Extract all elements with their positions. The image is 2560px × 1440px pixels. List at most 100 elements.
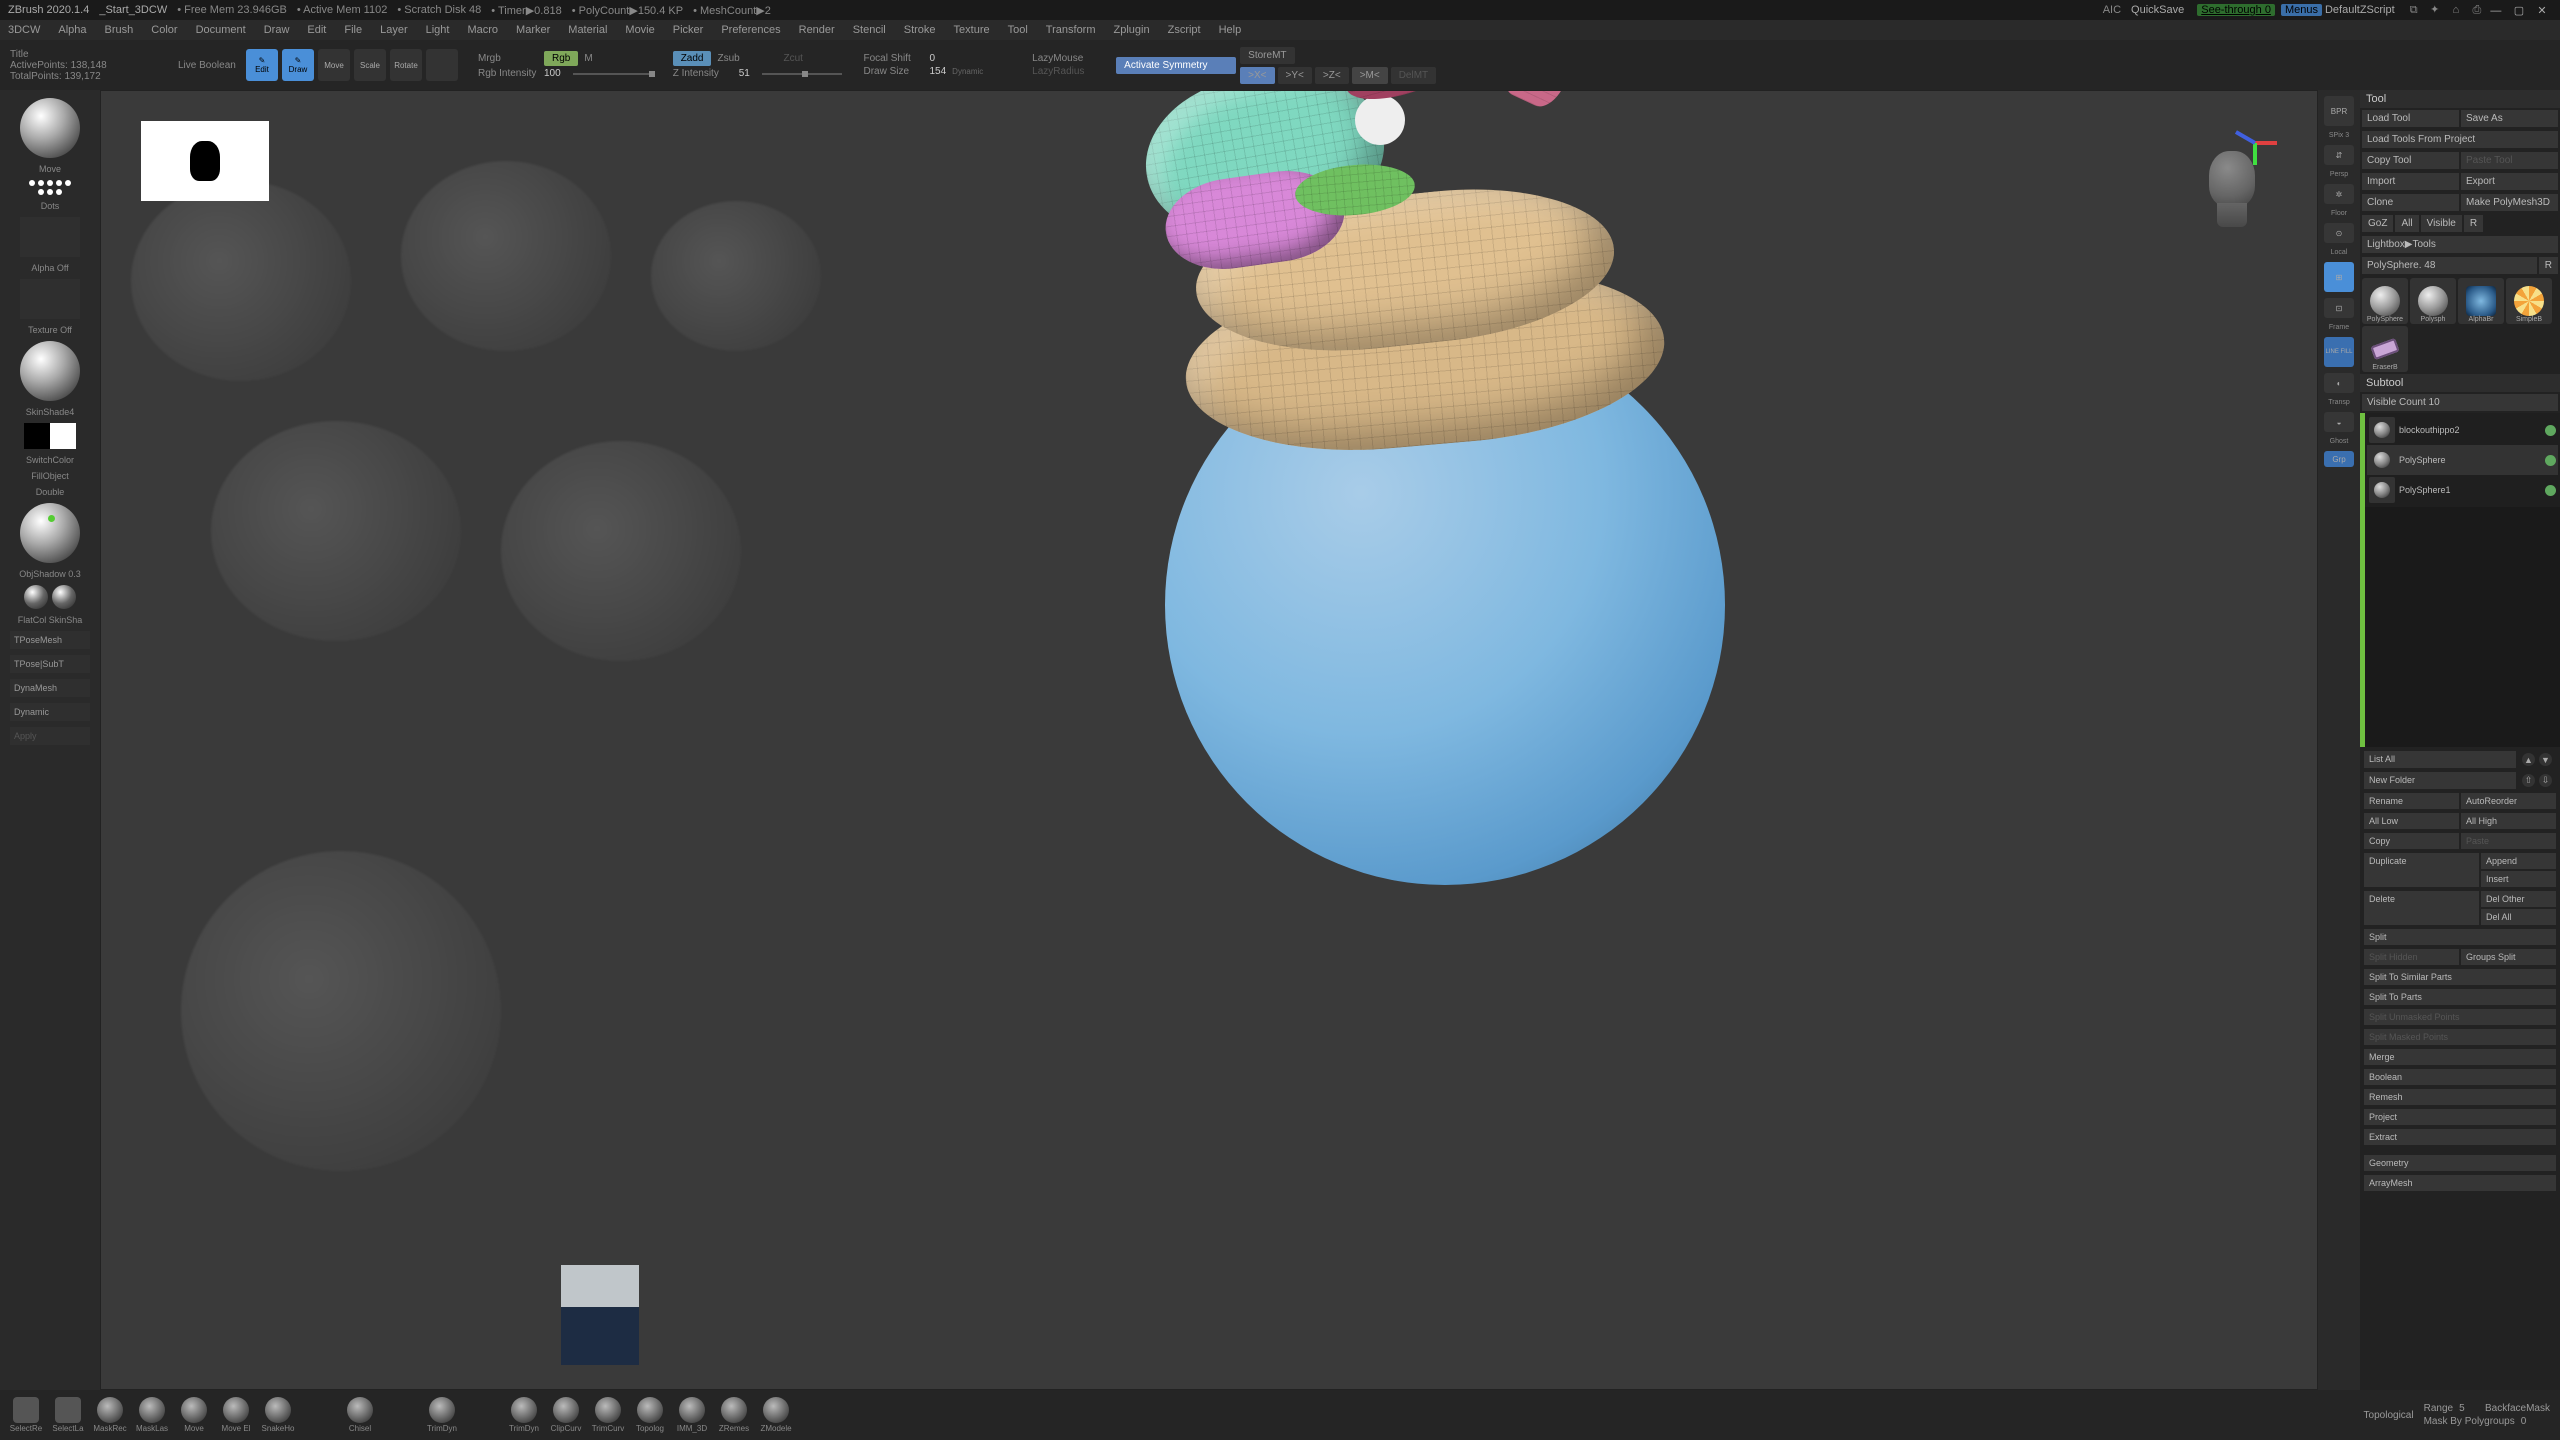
dynamic-label[interactable]: Dynamic (952, 67, 1012, 76)
brush-slot-18[interactable]: ZModele (760, 1397, 792, 1433)
double-button[interactable]: Double (36, 487, 65, 497)
maskby-value[interactable]: 0 (2521, 1416, 2527, 1427)
list-all-button[interactable]: List All (2364, 751, 2516, 768)
material-preview[interactable] (20, 341, 80, 401)
make-polymesh-button[interactable]: Make PolyMesh3D (2461, 194, 2558, 211)
flatcol-sphere[interactable] (24, 585, 48, 609)
menu-document[interactable]: Document (196, 24, 246, 36)
focal-shift-value[interactable]: 0 (929, 53, 935, 64)
swatch-black[interactable] (24, 423, 50, 449)
del-other-button[interactable]: Del Other (2481, 891, 2556, 907)
backfacemask-button[interactable]: BackfaceMask (2485, 1403, 2550, 1414)
title-icon-1[interactable]: ⧉ (2405, 4, 2423, 17)
menu-draw[interactable]: Draw (264, 24, 290, 36)
brush-slot-10[interactable]: TrimDyn (426, 1397, 458, 1433)
menu-texture[interactable]: Texture (954, 24, 990, 36)
z-intensity-value[interactable]: 51 (739, 68, 750, 79)
menu-alpha[interactable]: Alpha (58, 24, 86, 36)
copy-tool-button[interactable]: Copy Tool (2362, 152, 2459, 169)
goz-visible-button[interactable]: Visible (2421, 215, 2462, 232)
ghost-button[interactable]: ◒ (2324, 412, 2354, 432)
brush-slot-16[interactable]: IMM_3D (676, 1397, 708, 1433)
visible-count-label[interactable]: Visible Count 10 (2362, 394, 2558, 411)
brush-slot-12[interactable]: TrimDyn (508, 1397, 540, 1433)
arrow-up-icon[interactable]: ▲ (2522, 753, 2535, 766)
menu-stencil[interactable]: Stencil (853, 24, 886, 36)
visibility-icon[interactable] (2545, 455, 2556, 466)
lightbox-tools-button[interactable]: Lightbox▶Tools (2362, 236, 2558, 253)
import-button[interactable]: Import (2362, 173, 2459, 190)
project-header[interactable]: Project (2364, 1109, 2556, 1125)
copy-button[interactable]: Copy (2364, 833, 2459, 849)
draw-mode-button[interactable]: ✎Draw (282, 49, 314, 81)
reference-thumbnail[interactable] (141, 121, 269, 201)
menu-macro[interactable]: Macro (467, 24, 498, 36)
spotlight-video-thumb[interactable] (561, 1265, 639, 1365)
local-button[interactable]: ⊙ (2324, 223, 2354, 243)
scroll-button[interactable]: ⇵ (2324, 145, 2354, 165)
minimize-icon[interactable]: — (2486, 5, 2506, 17)
split-parts-button[interactable]: Split To Parts (2364, 989, 2556, 1005)
camera-head-preview[interactable] (2197, 151, 2267, 241)
symmetry-x-button[interactable]: >X< (1240, 67, 1274, 84)
delete-button[interactable]: Delete (2364, 891, 2479, 925)
export-button[interactable]: Export (2461, 173, 2558, 190)
brush-slot-6[interactable]: SnakeHo (262, 1397, 294, 1433)
edit-mode-button[interactable]: ✎Edit (246, 49, 278, 81)
rgb-button[interactable]: Rgb (544, 51, 578, 66)
rgb-intensity-value[interactable]: 100 (544, 68, 561, 79)
scale-button[interactable]: Scale (354, 49, 386, 81)
menu-light[interactable]: Light (426, 24, 450, 36)
dynamic-button[interactable]: Dynamic (10, 703, 90, 721)
brush-preview[interactable] (20, 98, 80, 158)
merge-header[interactable]: Merge (2364, 1049, 2556, 1065)
mrgb-label[interactable]: Mrgb (478, 53, 538, 64)
del-all-button[interactable]: Del All (2481, 909, 2556, 925)
spix-label[interactable]: SPix 3 (2329, 132, 2349, 139)
menu-3dcw[interactable]: 3DCW (8, 24, 40, 36)
brush-slot-1[interactable]: SelectLa (52, 1397, 84, 1433)
maximize-icon[interactable]: ▢ (2509, 4, 2529, 17)
visibility-icon[interactable] (2545, 485, 2556, 496)
brush-slot-2[interactable]: MaskRec (94, 1397, 126, 1433)
flat-shaders[interactable] (24, 585, 76, 609)
goz-all-button[interactable]: All (2395, 215, 2418, 232)
linefill-button[interactable]: LINE FILL (2324, 337, 2354, 367)
load-tool-button[interactable]: Load Tool (2362, 110, 2459, 127)
boolean-header[interactable]: Boolean (2364, 1069, 2556, 1085)
stroke-preview[interactable] (25, 180, 75, 195)
menu-zplugin[interactable]: Zplugin (1114, 24, 1150, 36)
autoreorder-button[interactable]: AutoReorder (2461, 793, 2556, 809)
menu-transform[interactable]: Transform (1046, 24, 1096, 36)
menu-material[interactable]: Material (568, 24, 607, 36)
menu-layer[interactable]: Layer (380, 24, 408, 36)
move-down-icon[interactable]: ⇩ (2539, 774, 2552, 787)
gizmo-button[interactable] (426, 49, 458, 81)
split-similar-button[interactable]: Split To Similar Parts (2364, 969, 2556, 985)
menu-marker[interactable]: Marker (516, 24, 550, 36)
menu-picker[interactable]: Picker (673, 24, 704, 36)
tool-thumb-3[interactable]: SimpleB (2506, 278, 2552, 324)
tool-thumb-1[interactable]: Polysph (2410, 278, 2456, 324)
fillobject-button[interactable]: FillObject (31, 471, 69, 481)
quicksave-button[interactable]: QuickSave (2131, 4, 2184, 16)
symmetry-z-button[interactable]: >Z< (1315, 67, 1349, 84)
zadd-button[interactable]: Zadd (673, 51, 712, 66)
range-value[interactable]: 5 (2459, 1403, 2465, 1414)
objshadow-label[interactable]: ObjShadow 0.3 (19, 569, 81, 579)
storemt-button[interactable]: StoreMT (1240, 47, 1294, 64)
menu-movie[interactable]: Movie (625, 24, 654, 36)
polyframe-button[interactable]: ⊞ (2324, 262, 2354, 292)
subtool-item-2[interactable]: PolySphere1 (2367, 475, 2558, 505)
clone-button[interactable]: Clone (2362, 194, 2459, 211)
menu-color[interactable]: Color (151, 24, 177, 36)
tool-thumb-0[interactable]: PolySphere (2362, 278, 2408, 324)
remesh-header[interactable]: Remesh (2364, 1089, 2556, 1105)
duplicate-button[interactable]: Duplicate (2364, 853, 2479, 887)
viewport[interactable] (100, 90, 2318, 1390)
floor-label[interactable]: Floor (2331, 210, 2347, 217)
all-high-button[interactable]: All High (2461, 813, 2556, 829)
arrow-down-icon[interactable]: ▼ (2539, 753, 2552, 766)
close-icon[interactable]: ✕ (2532, 4, 2552, 17)
shadow-preview[interactable] (20, 503, 80, 563)
